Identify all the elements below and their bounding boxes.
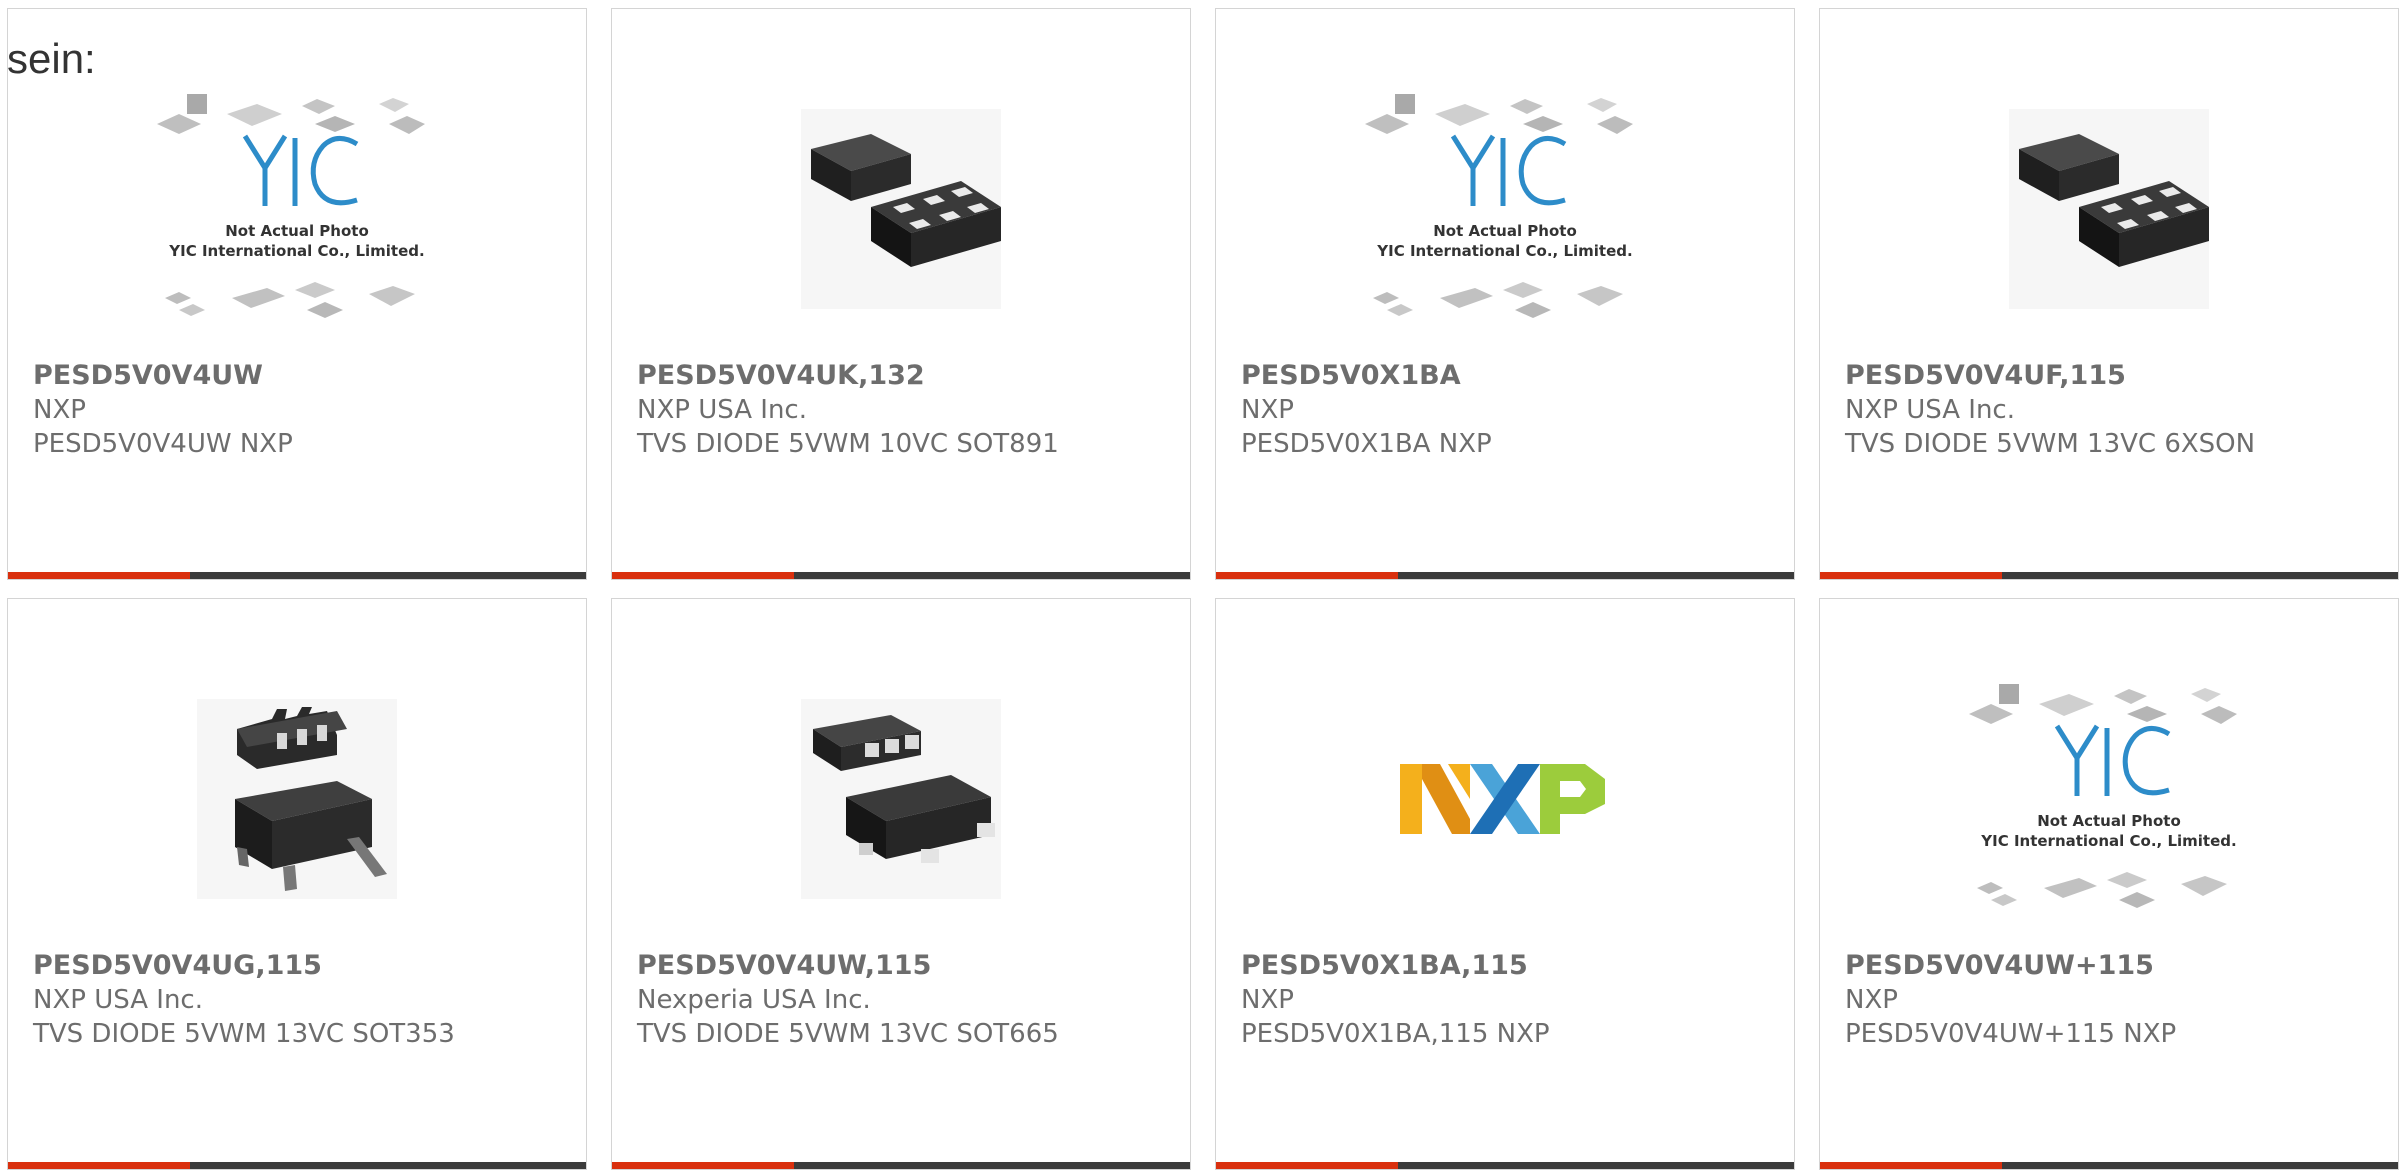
chip-sot353-image bbox=[197, 699, 397, 899]
description: TVS DIODE 5VWM 13VC 6XSON bbox=[1845, 429, 2256, 459]
placeholder-line2: YIC International Co., Limited. bbox=[1980, 832, 2236, 850]
card-bottom-bar bbox=[1820, 572, 2398, 579]
product-card[interactable]: Not Actual Photo YIC International Co., … bbox=[1215, 8, 1795, 580]
card-accent bbox=[1216, 1162, 1398, 1169]
card-accent bbox=[612, 572, 794, 579]
card-bottom-bar bbox=[612, 1162, 1190, 1169]
product-card[interactable]: Not Actual Photo YIC International Co., … bbox=[7, 8, 587, 580]
product-image[interactable] bbox=[612, 659, 1190, 939]
part-number-link[interactable]: PESD5V0V4UW+115 bbox=[1845, 949, 2382, 983]
part-number-link[interactable]: PESD5V0V4UK,132 bbox=[637, 359, 1174, 393]
chip-sot665-image bbox=[801, 699, 1001, 899]
placeholder-line2: YIC International Co., Limited. bbox=[168, 242, 424, 260]
description: PESD5V0V4UW NXP bbox=[33, 429, 293, 459]
part-number-link[interactable]: PESD5V0V4UF,115 bbox=[1845, 359, 2382, 393]
intro-text: sein: bbox=[7, 35, 96, 82]
manufacturer: NXP USA Inc. bbox=[637, 395, 807, 425]
product-card[interactable]: PESD5V0V4UW,115 Nexperia USA Inc. TVS DI… bbox=[611, 598, 1191, 1170]
placeholder-line1: Not Actual Photo bbox=[225, 222, 369, 240]
yic-placeholder-image: Not Actual Photo YIC International Co., … bbox=[1969, 684, 2237, 908]
card-bottom-bar bbox=[1216, 572, 1794, 579]
card-bottom-bar bbox=[1820, 1162, 2398, 1169]
description: TVS DIODE 5VWM 10VC SOT891 bbox=[637, 429, 1059, 459]
card-accent bbox=[1216, 572, 1398, 579]
placeholder-line1: Not Actual Photo bbox=[2037, 812, 2181, 830]
yic-placeholder-image: Not Actual Photo YIC International Co., … bbox=[157, 94, 425, 318]
manufacturer: Nexperia USA Inc. bbox=[637, 985, 871, 1015]
placeholder-line2: YIC International Co., Limited. bbox=[1376, 242, 1632, 260]
product-image[interactable]: Not Actual Photo YIC International Co., … bbox=[8, 69, 586, 349]
manufacturer: NXP bbox=[1845, 985, 1898, 1015]
description: TVS DIODE 5VWM 13VC SOT353 bbox=[33, 1019, 455, 1049]
card-bottom-bar bbox=[1216, 1162, 1794, 1169]
nxp-logo-image bbox=[1400, 764, 1605, 834]
card-accent bbox=[1820, 1162, 2002, 1169]
product-image[interactable] bbox=[612, 69, 1190, 349]
product-image[interactable] bbox=[1216, 659, 1794, 939]
product-card[interactable]: PESD5V0V4UF,115 NXP USA Inc. TVS DIODE 5… bbox=[1819, 8, 2399, 580]
card-accent bbox=[612, 1162, 794, 1169]
part-number-link[interactable]: PESD5V0X1BA bbox=[1241, 359, 1778, 393]
chip-6pad-image bbox=[801, 109, 1001, 309]
product-image[interactable]: Not Actual Photo YIC International Co., … bbox=[1820, 659, 2398, 939]
chip-6pad-image bbox=[2009, 109, 2209, 309]
card-accent bbox=[8, 572, 190, 579]
product-card[interactable]: PESD5V0V4UK,132 NXP USA Inc. TVS DIODE 5… bbox=[611, 8, 1191, 580]
description: TVS DIODE 5VWM 13VC SOT665 bbox=[637, 1019, 1059, 1049]
part-number-link[interactable]: PESD5V0V4UG,115 bbox=[33, 949, 570, 983]
card-bottom-bar bbox=[8, 572, 586, 579]
description: PESD5V0X1BA NXP bbox=[1241, 429, 1492, 459]
manufacturer: NXP bbox=[1241, 985, 1294, 1015]
product-card[interactable]: Not Actual Photo YIC International Co., … bbox=[1819, 598, 2399, 1170]
description: PESD5V0V4UW+115 NXP bbox=[1845, 1019, 2177, 1049]
yic-placeholder-image: Not Actual Photo YIC International Co., … bbox=[1365, 94, 1633, 318]
part-number-link[interactable]: PESD5V0V4UW bbox=[33, 359, 570, 393]
product-image[interactable] bbox=[1820, 69, 2398, 349]
product-image[interactable]: Not Actual Photo YIC International Co., … bbox=[1216, 69, 1794, 349]
part-number-link[interactable]: PESD5V0X1BA,115 bbox=[1241, 949, 1778, 983]
manufacturer: NXP bbox=[1241, 395, 1294, 425]
description: PESD5V0X1BA,115 NXP bbox=[1241, 1019, 1550, 1049]
placeholder-line1: Not Actual Photo bbox=[1433, 222, 1577, 240]
manufacturer: NXP USA Inc. bbox=[33, 985, 203, 1015]
manufacturer: NXP bbox=[33, 395, 86, 425]
product-card[interactable]: PESD5V0X1BA,115 NXP PESD5V0X1BA,115 NXP bbox=[1215, 598, 1795, 1170]
manufacturer: NXP USA Inc. bbox=[1845, 395, 2015, 425]
part-number-link[interactable]: PESD5V0V4UW,115 bbox=[637, 949, 1174, 983]
product-card[interactable]: PESD5V0V4UG,115 NXP USA Inc. TVS DIODE 5… bbox=[7, 598, 587, 1170]
product-image[interactable] bbox=[8, 659, 586, 939]
card-accent bbox=[1820, 572, 2002, 579]
card-bottom-bar bbox=[612, 572, 1190, 579]
card-accent bbox=[8, 1162, 190, 1169]
card-bottom-bar bbox=[8, 1162, 586, 1169]
